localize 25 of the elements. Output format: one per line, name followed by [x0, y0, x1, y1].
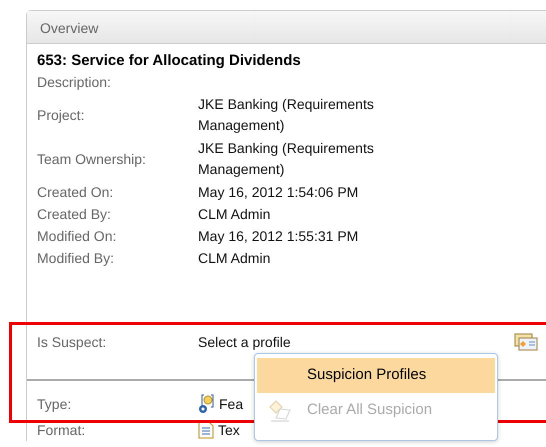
menu-item[interactable]: Suspicion Profiles	[257, 358, 495, 393]
field-label: Type:	[37, 395, 72, 414]
field-label: Created By:	[37, 205, 112, 224]
field-value: JKE Banking (Requirements Management)	[198, 95, 375, 135]
field-value: May 16, 2012 1:55:31 PM	[198, 226, 360, 246]
field-value: JKE Banking (Requirements Management)	[198, 139, 375, 179]
field-label: Description:	[37, 73, 112, 92]
field-label: Modified On:	[37, 227, 118, 246]
profile-icon[interactable]	[514, 333, 538, 351]
field-label: Format:	[37, 421, 86, 440]
profile-value: Select a profile	[198, 332, 292, 352]
item-title: 653: Service for Allocating Dividends	[37, 51, 302, 71]
field-value: Fea	[219, 394, 244, 414]
document-icon	[198, 421, 214, 439]
field-label: Modified By:	[37, 249, 116, 268]
field-label: Created On:	[37, 183, 114, 202]
field-label: Team Ownership:	[37, 150, 147, 169]
field-label: Project:	[37, 106, 86, 125]
field-value: May 16, 2012 1:54:06 PM	[198, 182, 360, 202]
field-label: Is Suspect:	[37, 333, 108, 352]
field-value: Tex	[218, 420, 240, 440]
field-value: CLM Admin	[198, 204, 272, 224]
panel-title: Overview	[27, 11, 546, 44]
gear-folder-icon	[198, 394, 216, 414]
field-value: CLM Admin	[198, 248, 272, 268]
